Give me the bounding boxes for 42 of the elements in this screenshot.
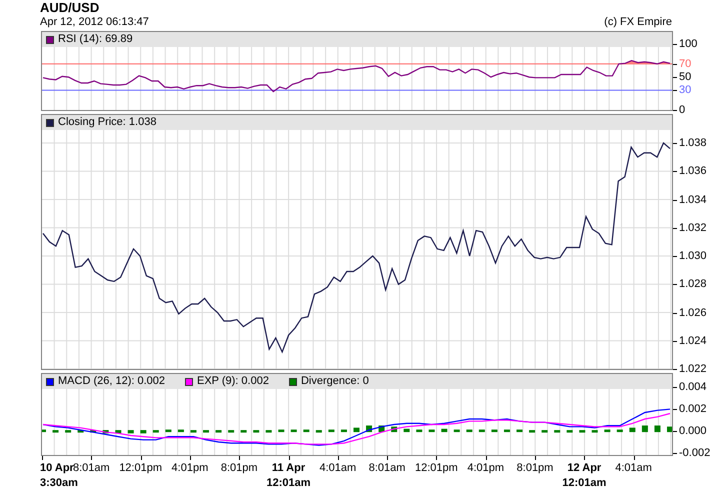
axis-label: 1.022 bbox=[679, 363, 707, 375]
axis-label: 0.004 bbox=[679, 381, 707, 394]
axis-label: 1.024 bbox=[679, 334, 707, 347]
axis-label: 4:01am bbox=[319, 461, 356, 476]
axis-label: 12:01am bbox=[266, 476, 311, 487]
axis-label: 100 bbox=[679, 38, 698, 50]
axis-label: 12:01pm bbox=[414, 461, 458, 476]
axis-label: 50 bbox=[679, 71, 692, 84]
axis-label: 8:01am bbox=[72, 461, 110, 476]
axis-label: 1.028 bbox=[679, 278, 707, 290]
axis-label: 12:01am bbox=[562, 476, 606, 487]
axis-label: 10 Apr bbox=[40, 461, 74, 476]
axis-label: -0.002 bbox=[679, 447, 710, 459]
axis-label: 12:01pm bbox=[119, 461, 162, 476]
axis-label: 1.030 bbox=[679, 250, 707, 262]
axis-label: 1.026 bbox=[679, 306, 707, 318]
axis-label: 8:01pm bbox=[516, 461, 554, 476]
chart-title: AUD/USD bbox=[40, 0, 100, 16]
axis-label: 3:30am bbox=[40, 476, 78, 487]
axis-label: 1.038 bbox=[679, 137, 707, 149]
legend-label: RSI (14): 69.89 bbox=[58, 33, 133, 46]
axis-label: 4:01pm bbox=[467, 461, 504, 476]
copyright-notice: (c) FX Empire bbox=[604, 16, 672, 29]
axis-label: 8:01pm bbox=[220, 461, 258, 476]
legend-label: Divergence: 0 bbox=[300, 375, 369, 388]
legend-label: EXP (9): 0.002 bbox=[197, 375, 269, 388]
axis-label: 70 bbox=[679, 58, 692, 70]
legend-label: Closing Price: 1.038 bbox=[58, 116, 156, 129]
axis-label: 11 Apr bbox=[272, 461, 306, 476]
legend-label: MACD (26, 12): 0.002 bbox=[58, 375, 165, 388]
axis-label: 1.032 bbox=[679, 222, 707, 234]
timestamp: Apr 12, 2012 06:13:47 bbox=[40, 16, 149, 29]
axis-label: 30 bbox=[679, 84, 692, 96]
axis-label: 8:01am bbox=[368, 461, 406, 476]
axis-label: 12 Apr bbox=[567, 461, 602, 476]
axis-label: 1.034 bbox=[679, 194, 707, 206]
axis-label: 0.000 bbox=[679, 425, 707, 438]
axis-label: 0.002 bbox=[679, 403, 707, 416]
axis-label: 4:01am bbox=[615, 461, 652, 476]
axis-label: 1.036 bbox=[679, 165, 707, 178]
axis-label: 0 bbox=[679, 104, 686, 116]
axis-label: 4:01pm bbox=[172, 461, 208, 476]
